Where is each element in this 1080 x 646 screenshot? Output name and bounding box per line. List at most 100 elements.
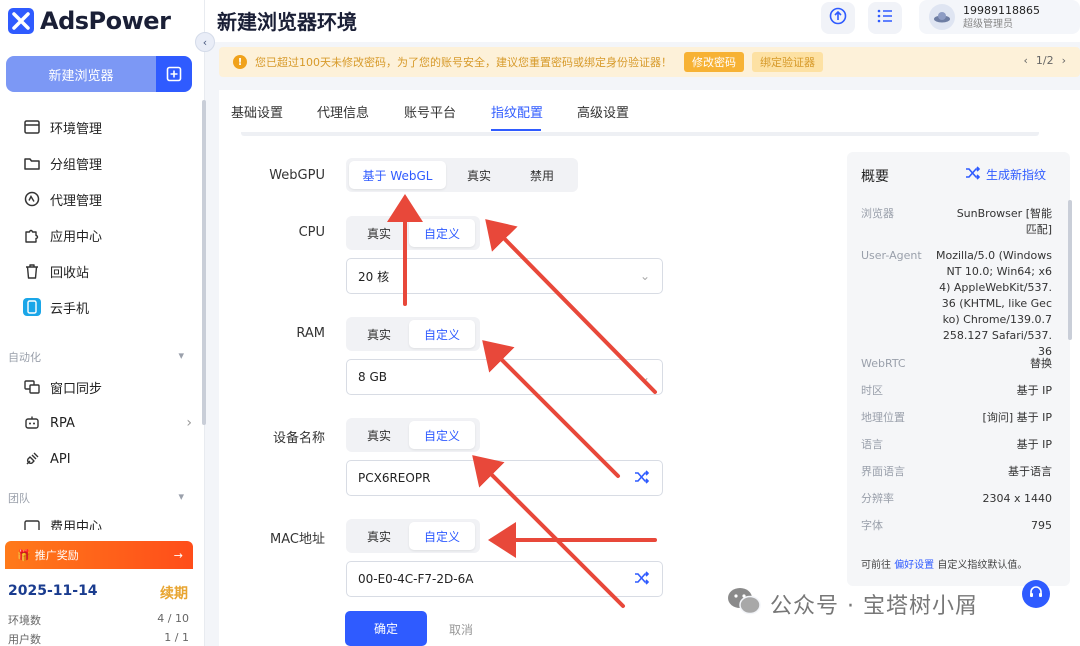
new-browser-label[interactable]: 新建浏览器 (6, 56, 156, 92)
bind-authenticator-button[interactable]: 绑定验证器 (752, 52, 823, 72)
summary-row-webrtc: WebRTC 替换 (861, 356, 1052, 372)
notice-pager: ‹ 1/2 › (1023, 54, 1066, 67)
update-button[interactable] (821, 2, 855, 34)
regenerate-fingerprint-button[interactable]: 生成新指纹 (965, 166, 1046, 183)
sidebar-item-rpa[interactable]: RPA › (22, 411, 192, 435)
ram-select[interactable]: 8 GB ⌄ (346, 359, 663, 395)
upload-circle-icon (828, 6, 848, 30)
mac-input[interactable]: 00-E0-4C-F7-2D-6A (346, 561, 663, 597)
summary-key: 地理位置 (861, 411, 905, 424)
section-team[interactable]: 团队 ▾ (8, 490, 184, 506)
summary-value: SunBrowser [智能匹配] (956, 207, 1052, 236)
stat-users: 用户数 1 / 1 (8, 631, 189, 646)
note-suffix: 自定义指纹默认值。 (937, 560, 1028, 571)
section-automation[interactable]: 自动化 ▾ (8, 349, 184, 365)
brand-name: AdsPower (40, 7, 171, 35)
chevron-down-icon: ⌄ (639, 370, 650, 384)
sidebar-item-label: 费用中心 (50, 520, 103, 530)
ram-option-real[interactable]: 真实 (349, 320, 409, 348)
device-name-label: 设备名称 (272, 431, 325, 446)
summary-row-browser: 浏览器 SunBrowser [智能匹配] (861, 206, 1052, 238)
sidebar-item-sync[interactable]: 窗口同步 (22, 375, 192, 399)
summary-row-useragent: User-Agent Mozilla/5.0 (Windows NT 10.0;… (861, 248, 1052, 360)
device-option-custom[interactable]: 自定义 (409, 421, 475, 449)
ram-segmented: 真实 自定义 (346, 317, 480, 351)
user-phone: 19989118865 (963, 3, 1040, 17)
chevron-left-icon[interactable]: ‹ (1023, 54, 1027, 67)
sidebar-item-label: API (50, 451, 71, 467)
summary-value: [询问] 基于 IP (982, 411, 1052, 424)
trash-icon (22, 261, 42, 281)
stat-value: 4 / 10 (157, 612, 189, 625)
device-name-input[interactable]: PCX6REOPR (346, 460, 663, 496)
shuffle-icon[interactable] (634, 570, 650, 588)
support-button[interactable] (1022, 580, 1050, 608)
new-browser-button[interactable]: 新建浏览器 (6, 56, 192, 92)
sidebar-item-label: 回收站 (50, 265, 90, 281)
summary-key: 界面语言 (861, 465, 905, 478)
folder-icon (22, 153, 42, 173)
device-segmented: 真实 自定义 (346, 418, 480, 452)
sidebar-scrollbar[interactable] (202, 100, 206, 425)
sidebar-item-apps[interactable]: 应用中心 (22, 223, 192, 247)
tabs: 基础设置 代理信息 账号平台 指纹配置 高级设置 (219, 90, 1080, 132)
mac-option-real[interactable]: 真实 (349, 522, 409, 550)
main-card: 基础设置 代理信息 账号平台 指纹配置 高级设置 WebGPU 基于 WebGL… (219, 90, 1080, 646)
ram-option-custom[interactable]: 自定义 (409, 320, 475, 348)
sidebar-item-label: 分组管理 (50, 157, 103, 173)
sidebar-item-cloud-phone[interactable]: 云手机 (22, 295, 192, 319)
change-password-button[interactable]: 修改密码 (684, 52, 744, 72)
window-icon (22, 117, 42, 137)
summary-value: 基于语言 (1008, 465, 1052, 478)
summary-scrollbar[interactable] (1068, 200, 1072, 340)
sidebar-item-trash[interactable]: 回收站 (22, 259, 192, 283)
batch-add-icon[interactable] (156, 56, 192, 92)
webgpu-option-webgl[interactable]: 基于 WebGL (349, 161, 446, 189)
device-option-real[interactable]: 真实 (349, 421, 409, 449)
cpu-select[interactable]: 20 核 ⌄ (346, 258, 663, 294)
sidebar-item-api[interactable]: API (22, 447, 192, 471)
chevron-right-icon[interactable]: › (1062, 54, 1066, 67)
sidebar: AdsPower 新建浏览器 环境管理 分组管理 代理管理 应用中心 回收站 云… (0, 0, 206, 646)
tab-platform[interactable]: 账号平台 (404, 102, 456, 121)
confirm-button[interactable]: 确定 (345, 611, 427, 646)
sidebar-item-proxy[interactable]: 代理管理 (22, 187, 192, 211)
collapse-sidebar-button[interactable]: ‹ (195, 32, 215, 52)
chevron-down-icon: ▾ (178, 490, 184, 503)
webgpu-option-real[interactable]: 真实 (446, 161, 512, 189)
list-icon (876, 7, 894, 29)
user-menu[interactable]: 19989118865 超级管理员 (919, 0, 1080, 34)
promo-banner[interactable]: 🎁 推广奖励 → (5, 541, 193, 569)
summary-row-ui-language: 界面语言 基于语言 (861, 464, 1052, 480)
cpu-option-real[interactable]: 真实 (349, 219, 409, 247)
watermark-text: 公众号 · 宝塔树小屑 (770, 594, 978, 619)
warning-icon: ! (233, 55, 247, 69)
sidebar-item-label: 代理管理 (50, 193, 103, 209)
page-title: 新建浏览器环境 (217, 10, 357, 34)
summary-key: 时区 (861, 384, 883, 397)
proxy-icon (22, 189, 42, 209)
cancel-button[interactable]: 取消 (449, 621, 473, 638)
sidebar-item-env[interactable]: 环境管理 (22, 115, 192, 139)
active-tab-indicator (491, 129, 541, 131)
cpu-option-custom[interactable]: 自定义 (409, 219, 475, 247)
tab-basic[interactable]: 基础设置 (231, 102, 283, 121)
tab-advanced[interactable]: 高级设置 (577, 102, 629, 121)
tab-proxy[interactable]: 代理信息 (317, 102, 369, 121)
header: 新建浏览器环境 19989118865 超级管理员 (205, 0, 1080, 42)
chevron-down-icon: ▾ (178, 349, 184, 362)
list-menu-button[interactable] (868, 2, 902, 34)
tab-fingerprint[interactable]: 指纹配置 (491, 102, 543, 121)
summary-row-language: 语言 基于 IP (861, 437, 1052, 453)
mac-option-custom[interactable]: 自定义 (409, 522, 475, 550)
mac-segmented: 真实 自定义 (346, 519, 480, 553)
sidebar-item-billing[interactable]: 费用中心 (22, 516, 192, 530)
sidebar-item-group[interactable]: 分组管理 (22, 151, 192, 175)
billing-icon (22, 516, 42, 530)
renew-link[interactable]: 续期 (160, 583, 188, 603)
preferences-link[interactable]: 偏好设置 (894, 560, 934, 571)
shuffle-icon[interactable] (634, 469, 650, 487)
cpu-value: 20 核 (358, 269, 390, 284)
sync-icon (22, 377, 42, 397)
webgpu-option-disabled[interactable]: 禁用 (512, 161, 572, 189)
